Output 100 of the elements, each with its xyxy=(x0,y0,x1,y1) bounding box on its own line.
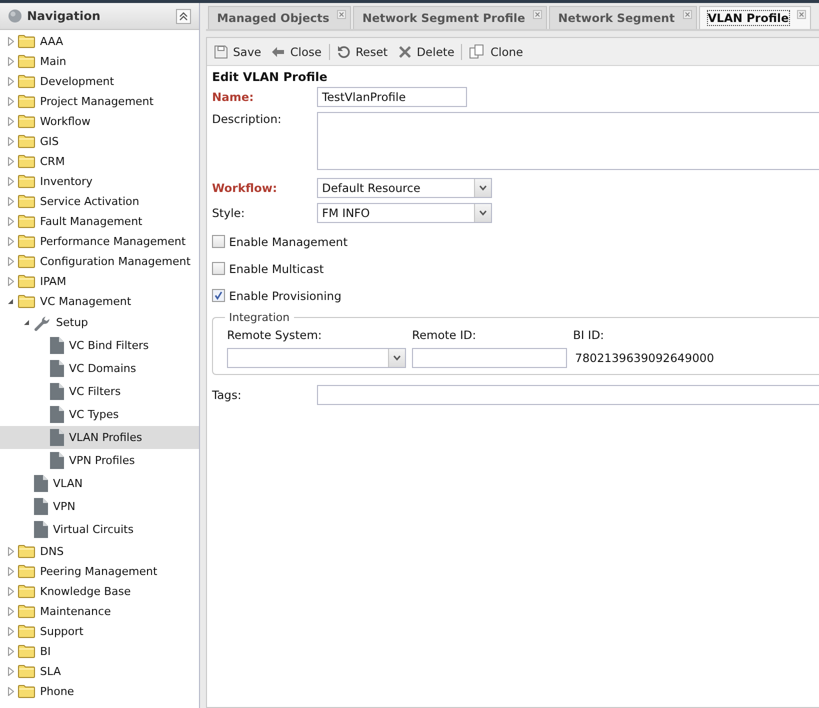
expanded-arrow-icon[interactable] xyxy=(23,319,30,326)
tree-item[interactable]: DNS xyxy=(0,541,199,561)
field-label: Style: xyxy=(212,206,246,220)
tree-item[interactable]: Setup xyxy=(0,311,199,334)
tags-field[interactable] xyxy=(317,385,819,405)
tree-item[interactable]: IPAM xyxy=(0,271,199,291)
field-label: Remote System: xyxy=(227,328,323,342)
close-button[interactable]: Close xyxy=(268,42,325,60)
tab[interactable]: Network Segment Profile xyxy=(353,6,548,29)
collapsed-arrow-icon[interactable] xyxy=(8,256,14,266)
collapsed-arrow-icon[interactable] xyxy=(8,76,14,86)
collapsed-arrow-icon[interactable] xyxy=(8,686,14,696)
tree-item[interactable]: Knowledge Base xyxy=(0,581,199,601)
page-icon xyxy=(34,498,48,515)
tree-item[interactable]: Fault Management xyxy=(0,211,199,231)
close-icon[interactable] xyxy=(682,10,692,19)
expanded-arrow-icon[interactable] xyxy=(7,298,14,304)
close-icon[interactable] xyxy=(533,10,542,19)
collapsed-arrow-icon[interactable] xyxy=(8,666,14,676)
save-button[interactable]: Save xyxy=(211,42,264,60)
collapsed-arrow-icon[interactable] xyxy=(8,56,14,66)
tree-item[interactable]: VC Management xyxy=(0,291,199,311)
tree-item[interactable]: Maintenance xyxy=(0,601,199,621)
collapsed-arrow-icon[interactable] xyxy=(8,236,14,246)
tree-item[interactable]: VC Bind Filters xyxy=(0,334,199,357)
tree-item[interactable]: Configuration Management xyxy=(0,251,199,271)
tree-item[interactable]: VC Domains xyxy=(0,357,199,380)
collapsed-arrow-icon[interactable] xyxy=(8,606,14,616)
close-icon[interactable] xyxy=(796,10,806,19)
close-icon[interactable] xyxy=(337,10,346,19)
tree-item[interactable]: Development xyxy=(0,71,199,91)
tree-item[interactable]: Phone xyxy=(0,681,199,701)
tree-item[interactable]: AAA xyxy=(0,31,199,51)
tree-item[interactable]: VLAN Profiles xyxy=(0,426,199,449)
chevron-down-icon[interactable] xyxy=(393,355,401,361)
page-icon xyxy=(50,406,64,423)
reset-button[interactable]: Reset xyxy=(334,42,391,60)
tab[interactable]: Managed Objects xyxy=(208,6,352,29)
folder-icon xyxy=(18,114,35,128)
folder-icon xyxy=(18,174,35,188)
tree-item[interactable]: Virtual Circuits xyxy=(0,518,199,541)
folder-icon xyxy=(18,94,35,108)
dropdown-field[interactable]: FM INFO xyxy=(317,203,492,223)
dropdown-field[interactable]: Default Resource xyxy=(317,178,492,198)
tree-item[interactable]: Workflow xyxy=(0,111,199,131)
tree-item[interactable]: BI xyxy=(0,641,199,661)
collapsed-arrow-icon[interactable] xyxy=(8,156,14,166)
collapsed-arrow-icon[interactable] xyxy=(8,566,14,576)
delete-button[interactable]: Delete xyxy=(394,42,458,60)
page-icon xyxy=(50,429,64,446)
name-field[interactable]: TestVlanProfile xyxy=(317,87,467,107)
tree-item[interactable]: Inventory xyxy=(0,171,199,191)
tree-item[interactable]: Project Management xyxy=(0,91,199,111)
tree-item[interactable]: Service Activation xyxy=(0,191,199,211)
folder-icon xyxy=(18,234,35,248)
tree-item[interactable]: CRM xyxy=(0,151,199,171)
collapsed-arrow-icon[interactable] xyxy=(8,216,14,226)
tree-item[interactable]: VPN Profiles xyxy=(0,449,199,472)
tab[interactable]: Network Segment xyxy=(549,6,697,29)
tree-item[interactable]: Main xyxy=(0,51,199,71)
collapse-button[interactable] xyxy=(176,8,191,24)
page-icon xyxy=(50,360,64,377)
collapsed-arrow-icon[interactable] xyxy=(8,586,14,596)
description-field[interactable] xyxy=(317,112,819,170)
tree-item[interactable]: VLAN xyxy=(0,472,199,495)
collapsed-arrow-icon[interactable] xyxy=(8,36,14,46)
collapsed-arrow-icon[interactable] xyxy=(8,176,14,186)
collapsed-arrow-icon[interactable] xyxy=(8,646,14,656)
collapsed-arrow-icon[interactable] xyxy=(8,546,14,556)
collapsed-arrow-icon[interactable] xyxy=(8,196,14,206)
folder-icon xyxy=(18,74,35,88)
cross-icon xyxy=(398,44,412,58)
field-label: Tags: xyxy=(212,388,242,402)
remote-id-field[interactable] xyxy=(412,348,567,368)
tree-item[interactable]: Performance Management xyxy=(0,231,199,251)
chevron-down-icon[interactable] xyxy=(479,185,487,191)
checkbox[interactable] xyxy=(212,289,225,302)
collapsed-arrow-icon[interactable] xyxy=(8,136,14,146)
field-label: Name: xyxy=(212,90,255,104)
collapsed-arrow-icon[interactable] xyxy=(8,96,14,106)
collapsed-arrow-icon[interactable] xyxy=(8,626,14,636)
tree-item[interactable]: VC Filters xyxy=(0,380,199,403)
tab[interactable]: VLAN Profile xyxy=(698,6,811,29)
tree-item[interactable]: SLA xyxy=(0,661,199,681)
tree-item[interactable]: VC Types xyxy=(0,403,199,426)
tree-item[interactable]: VPN xyxy=(0,495,199,518)
tree-item[interactable]: GIS xyxy=(0,131,199,151)
circular-arrow-icon xyxy=(336,44,351,58)
clone-button[interactable]: Clone xyxy=(466,42,526,61)
collapsed-arrow-icon[interactable] xyxy=(8,116,14,126)
folder-icon xyxy=(18,274,35,288)
checkbox[interactable] xyxy=(212,262,225,275)
chevron-down-icon[interactable] xyxy=(479,210,487,216)
checkbox[interactable] xyxy=(212,235,225,248)
collapsed-arrow-icon[interactable] xyxy=(8,276,14,286)
copy-icon xyxy=(469,44,486,59)
tree-item[interactable]: Support xyxy=(0,621,199,641)
tree-item[interactable]: Peering Management xyxy=(0,561,199,581)
folder-icon xyxy=(18,134,35,148)
checkbox-label: Enable Management xyxy=(229,234,348,248)
